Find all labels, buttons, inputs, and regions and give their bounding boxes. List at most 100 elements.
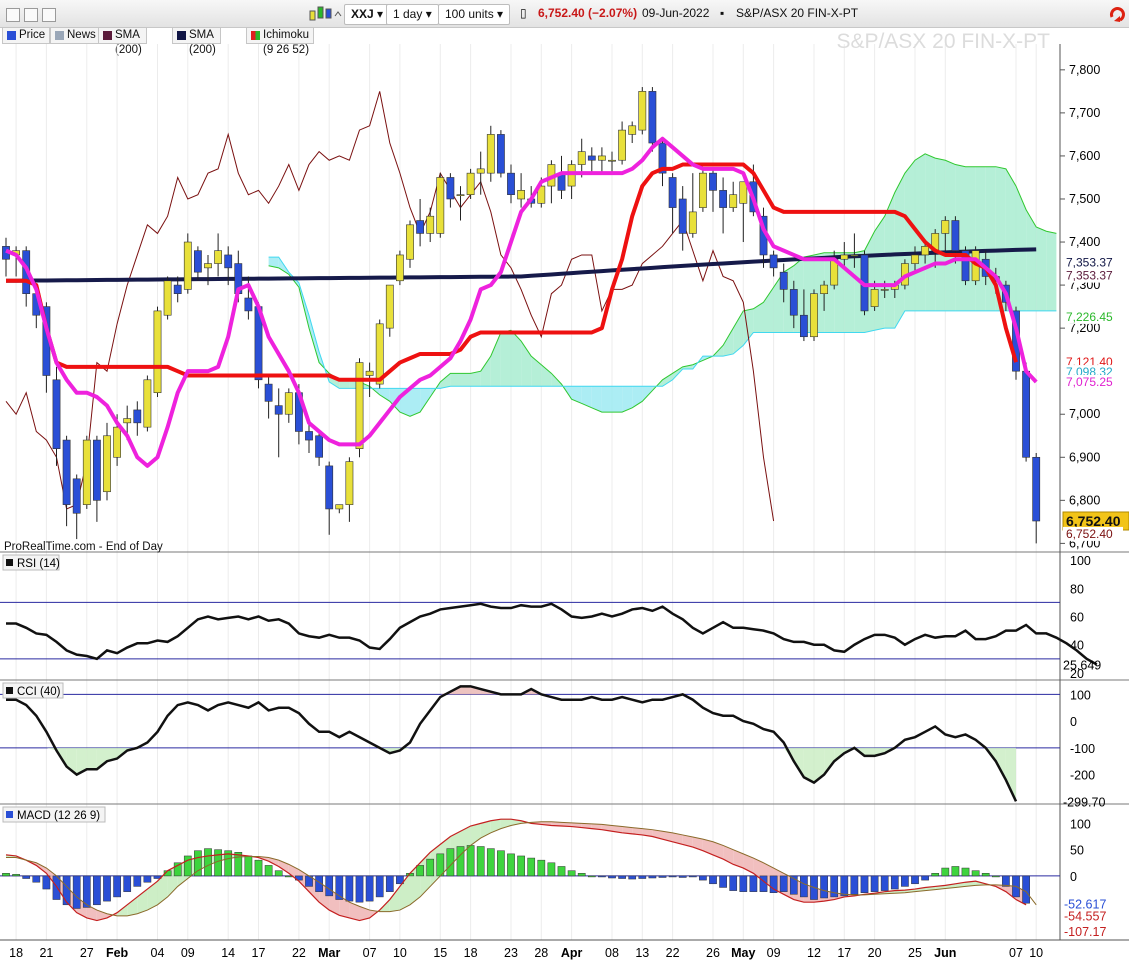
y-tick-label: 7,800 (1069, 63, 1100, 77)
macd-histogram-bar (557, 866, 566, 877)
candle-body (1022, 370, 1030, 458)
x-tick-label: 26 (706, 946, 720, 960)
price-label: 7,075.25 (1066, 375, 1113, 389)
candle-body (789, 289, 798, 316)
x-tick-label: 23 (504, 946, 518, 960)
macd-histogram-bar (678, 875, 687, 878)
candle-body (597, 155, 606, 161)
macd-histogram-bar (921, 875, 929, 881)
macd-y-tick-label: 100 (1070, 817, 1091, 831)
x-tick-label: 22 (666, 946, 680, 960)
y-tick-label: 7,600 (1069, 149, 1100, 163)
cloud-segment (1036, 226, 1047, 311)
y-tick-label: 7,000 (1069, 407, 1100, 421)
macd-histogram-bar (486, 848, 495, 877)
macd-histogram-bar (749, 875, 758, 892)
candle-body (729, 194, 738, 208)
macd-histogram-bar (264, 865, 273, 877)
macd-histogram-bar (113, 875, 121, 898)
cloud-segment (612, 386, 623, 413)
y-tick-label: 7,400 (1069, 235, 1100, 249)
macd-histogram-bar (577, 873, 586, 877)
macd-histogram-bar (638, 875, 647, 879)
x-tick-label: 09 (767, 946, 781, 960)
macd-histogram-bar (739, 875, 748, 892)
cloud-segment (601, 386, 612, 413)
candle-body (456, 194, 465, 196)
macd-histogram-bar (628, 875, 637, 880)
x-tick-label: 25 (908, 946, 922, 960)
macd-line (5, 818, 1027, 922)
macd-histogram-bar (911, 875, 919, 885)
macd-histogram-bar (234, 852, 243, 877)
macd-histogram-bar (587, 875, 596, 878)
macd-histogram-bar (62, 875, 71, 906)
cloud-segment (541, 364, 552, 387)
macd-y-tick-label: 0 (1070, 870, 1077, 884)
x-tick-label: 27 (80, 946, 94, 960)
macd-last-value: -54.557 (1064, 909, 1106, 923)
candle-body (608, 159, 616, 162)
cci-oversold-fill (86, 747, 97, 770)
x-tick-label: 18 (9, 946, 23, 960)
cloud-segment (733, 310, 744, 354)
macd-histogram-bar (648, 875, 657, 879)
x-tick-label: 08 (605, 946, 619, 960)
candle-body (305, 431, 313, 441)
candle-body (911, 254, 919, 264)
macd-histogram-bar (497, 850, 505, 877)
candle-body (496, 134, 505, 174)
macd-last-value: -107.17 (1064, 925, 1106, 939)
x-tick-label: Mar (318, 946, 340, 960)
candle-body (365, 370, 374, 376)
macd-histogram-bar (941, 867, 950, 877)
candle-body (264, 383, 273, 402)
watermark: S&P/ASX 20 FIN-X-PT (836, 30, 1050, 53)
x-tick-label: 10 (1029, 946, 1043, 960)
macd-histogram-bar (274, 870, 283, 877)
cci-y-tick-label: -200 (1070, 769, 1095, 783)
macd-histogram-bar (254, 859, 263, 877)
candle-body (284, 392, 293, 415)
macd-color-icon (6, 811, 13, 818)
macd-histogram-bar (42, 875, 51, 890)
macd-histogram-bar (466, 845, 475, 877)
cci-last-value: -299.70 (1063, 795, 1105, 809)
cloud-segment (844, 252, 855, 333)
macd-histogram-bar (385, 875, 394, 892)
candle-body (244, 297, 253, 312)
candle-body (567, 164, 576, 187)
macd-histogram-bar (830, 875, 839, 898)
chart-canvas[interactable]: 18 21 27 Feb 04 09 14 17 22 Mar 07 10 15 18 23 28 Apr 08 1… (0, 0, 1129, 961)
candle-body (870, 289, 879, 307)
candle-body (355, 362, 364, 449)
macd-histogram-bar (699, 875, 707, 881)
candle-body (274, 405, 283, 415)
price-label: 7,226.45 (1066, 310, 1113, 324)
macd-histogram-bar (931, 873, 940, 877)
candle-body (163, 280, 172, 316)
candle-body (709, 172, 717, 191)
candle-body (395, 254, 404, 282)
candle-body (466, 172, 475, 195)
candle-body (486, 134, 495, 174)
macd-histogram-bar (901, 875, 909, 887)
price-label: 6,752.40 (1066, 527, 1113, 541)
candle-body (224, 254, 233, 269)
cloud-segment (753, 302, 764, 333)
cloud-segment (511, 330, 522, 387)
macd-histogram-bar (961, 867, 970, 877)
macd-histogram-bar (365, 875, 374, 902)
x-tick-label: 28 (534, 946, 548, 960)
candle-body (577, 151, 586, 165)
macd-histogram-bar (72, 875, 81, 909)
candle-body (325, 465, 334, 510)
candle-body (123, 418, 132, 424)
macd-y-tick-label: 50 (1070, 844, 1084, 858)
candle-body (72, 478, 81, 514)
rsi-last-value: 25.649 (1063, 658, 1101, 672)
macd-histogram-bar (345, 875, 354, 902)
macd-histogram-bar (416, 865, 424, 877)
cloud-segment (379, 388, 390, 402)
candle-body (779, 271, 788, 290)
